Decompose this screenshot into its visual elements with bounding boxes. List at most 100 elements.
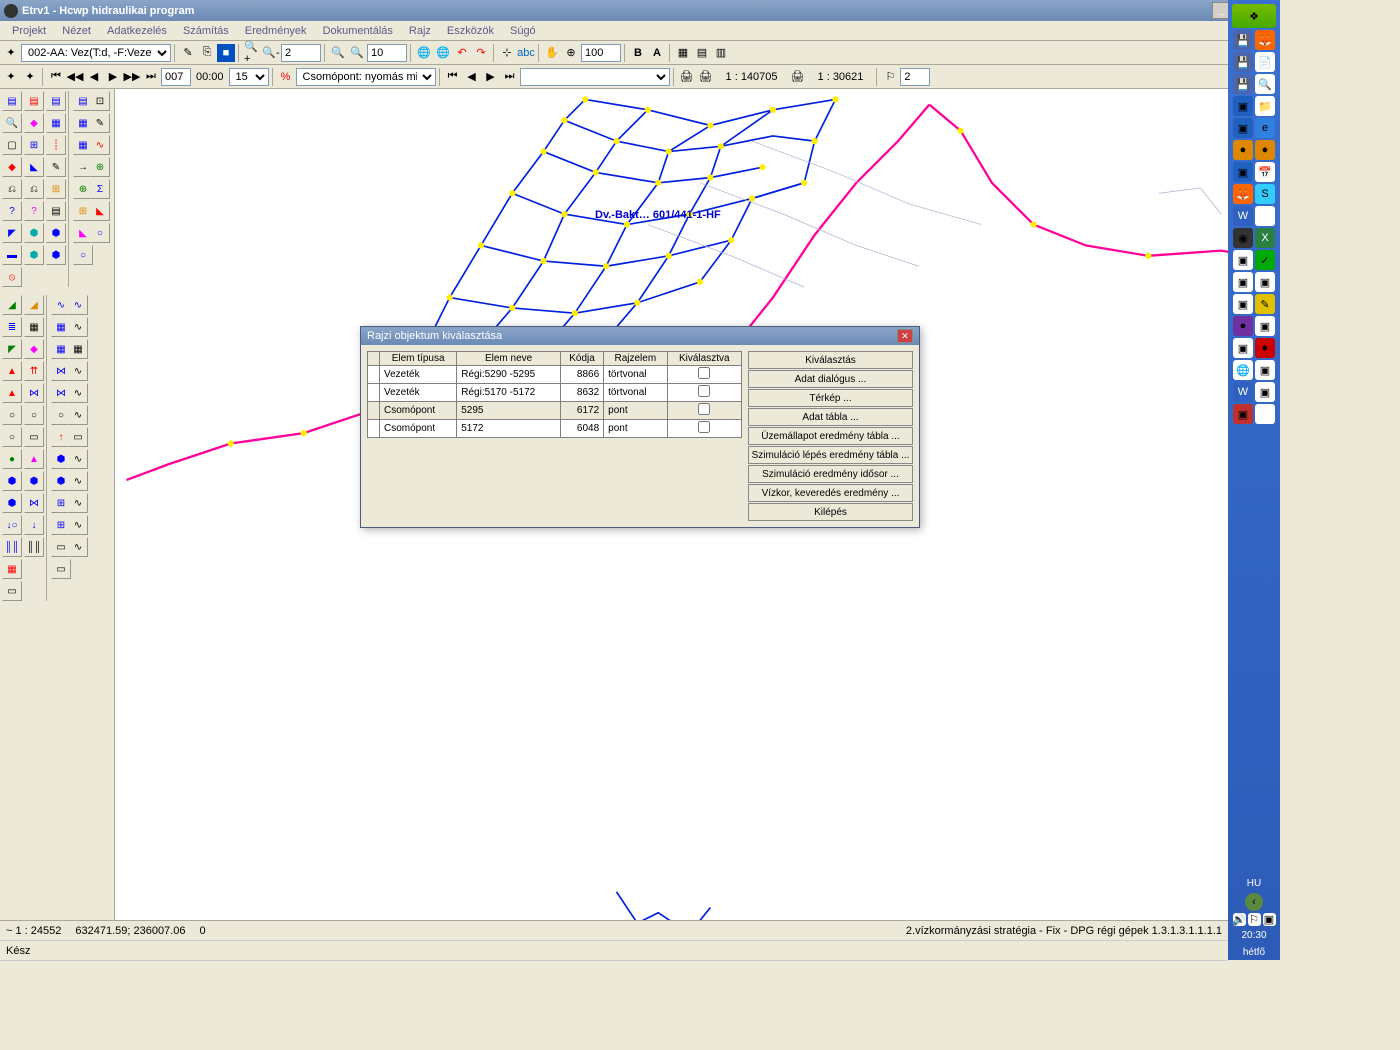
empty-combo[interactable] [520,68,670,86]
t2-a7[interactable]: ○ [2,427,22,447]
dialog-action-button[interactable]: Kiválasztás [748,351,913,369]
zoom-out-icon[interactable]: 🔍- [262,44,280,62]
t-e2[interactable]: ✎ [90,113,110,133]
menu-sugo[interactable]: Súgó [502,23,544,39]
t-b3[interactable]: ⊞ [24,135,44,155]
t-c6[interactable]: ▤ [46,201,66,221]
t-e4[interactable]: ⊕ [90,157,110,177]
t-a5[interactable]: ⎌ [2,179,22,199]
table-row[interactable]: VezetékRégi:5290 -52958866törtvonal [368,366,742,384]
tray-3[interactable]: ▣ [1263,913,1276,926]
dialog-action-button[interactable]: Szimuláció eredmény idősor ... [748,465,913,483]
dock-app3-icon[interactable]: ▣ [1233,162,1253,182]
t2-a1[interactable]: ◢ [2,295,22,315]
t-a1[interactable]: ▤ [2,91,22,111]
world-icon[interactable]: 🌐 [415,44,433,62]
hand-icon[interactable]: ✋ [543,44,561,62]
dock-i13[interactable]: ▣ [1255,382,1275,402]
dock-app2-icon[interactable]: ▣ [1233,118,1253,138]
t2-icon2[interactable]: ✦ [21,68,39,86]
t2-b8[interactable]: ▲ [24,449,44,469]
table-row[interactable]: VezetékRégi:5170 -51728632törtvonal [368,384,742,402]
t2-b5[interactable]: ⋈ [24,383,44,403]
dock-i6[interactable]: ✎ [1255,294,1275,314]
t2-a11[interactable]: ↓○ [2,515,22,535]
t-a4[interactable]: ◆ [2,157,22,177]
t-c3[interactable]: ┊ [46,135,66,155]
zoom-input-1[interactable] [281,44,321,62]
t2-a9[interactable]: ⬢ [2,471,22,491]
prev-icon[interactable]: ◀◀ [66,68,84,86]
t2-b10[interactable]: ⋈ [24,493,44,513]
nav-next-icon[interactable]: ▶ [482,68,500,86]
t2-b4[interactable]: ⇈ [24,361,44,381]
t2-icon[interactable]: ✦ [2,68,20,86]
dialog-close-button[interactable]: ✕ [897,329,913,343]
dock-i9[interactable]: ▣ [1233,338,1253,358]
object-table[interactable]: Elem típusa Elem neve Kódja Rajzelem Kiv… [367,351,742,438]
dialog-action-button[interactable]: Üzemállapot eredmény tábla ... [748,427,913,445]
t-e1[interactable]: ⊡ [90,91,110,111]
t2-b6[interactable]: ○ [24,405,44,425]
dialog-action-button[interactable]: Szimuláció lépés eredmény tábla ... [748,446,913,464]
t2-a3[interactable]: ◤ [2,339,22,359]
row-checkbox[interactable] [698,421,710,433]
t-a9[interactable]: ▬ [2,245,22,265]
dialog-action-button[interactable]: Adat tábla ... [748,408,913,426]
tray-2[interactable]: ⚐ [1248,913,1261,926]
dock-i11[interactable]: 🌐 [1233,360,1253,380]
t2-d3[interactable]: ▦ [68,339,88,359]
menu-rajz[interactable]: Rajz [401,23,439,39]
dock-doc-icon[interactable]: 📄 [1255,52,1275,72]
t-b1[interactable]: ▤ [24,91,44,111]
t-b9[interactable]: ⬢ [24,245,44,265]
print-icon[interactable]: 🖨 [678,68,696,86]
t2-d10[interactable]: ∿ [68,493,88,513]
t2-d2[interactable]: ∿ [68,317,88,337]
zoom-input-2[interactable] [367,44,407,62]
tool-icon[interactable]: ✦ [2,44,20,62]
nav-first-icon[interactable]: ⏮ [444,68,462,86]
dock-i8[interactable]: ▣ [1255,316,1275,336]
t-c2[interactable]: ▦ [46,113,66,133]
t-c1[interactable]: ▤ [46,91,66,111]
zoom-in2-icon[interactable]: 🔍 [329,44,347,62]
start-button[interactable]: ❖ [1232,4,1276,28]
flag-icon[interactable]: ⚐ [881,68,899,86]
t-b4[interactable]: ◣ [24,157,44,177]
dock-i3[interactable]: ▣ [1233,272,1253,292]
t-c4[interactable]: ✎ [46,157,66,177]
row-checkbox[interactable] [698,367,710,379]
t2-d11[interactable]: ∿ [68,515,88,535]
t2-a10[interactable]: ⬢ [2,493,22,513]
t2-d7[interactable]: ▭ [68,427,88,447]
menu-adatkezeles[interactable]: Adatkezelés [99,23,175,39]
t-b2[interactable]: ◆ [24,113,44,133]
t-a6[interactable]: ? [2,201,22,221]
t2-d12[interactable]: ∿ [68,537,88,557]
t2-a4[interactable]: ▲ [2,361,22,381]
dock-cal-icon[interactable]: 📅 [1255,162,1275,182]
dock-app-icon[interactable]: ▣ [1233,96,1253,116]
menu-nezet[interactable]: Nézet [54,23,99,39]
dock-i14[interactable]: ▣ [1233,404,1253,424]
step-combo[interactable]: 15 [229,68,269,86]
print3-icon[interactable]: 🖨 [789,68,807,86]
t2-b12[interactable]: ║║ [24,537,44,557]
seq-input[interactable] [161,68,191,86]
t-a3[interactable]: ▢ [2,135,22,155]
zoom-in-icon[interactable]: 🔍+ [243,44,261,62]
zoom-input-3[interactable] [581,44,621,62]
row-checkbox[interactable] [698,403,710,415]
percent-icon[interactable]: % [277,68,295,86]
dock-i15[interactable] [1255,404,1275,424]
dock-word2-icon[interactable]: W [1233,382,1253,402]
dock-blank-icon[interactable] [1255,206,1275,226]
t2-a13[interactable]: ▦ [2,559,22,579]
play-back-icon[interactable]: ◀ [85,68,103,86]
dock-i1[interactable]: ▣ [1233,250,1253,270]
dialog-action-button[interactable]: Vízkor, keveredés eredmény ... [748,484,913,502]
t2-d4[interactable]: ∿ [68,361,88,381]
print2-icon[interactable]: 🖨 [697,68,715,86]
t2-a6[interactable]: ○ [2,405,22,425]
